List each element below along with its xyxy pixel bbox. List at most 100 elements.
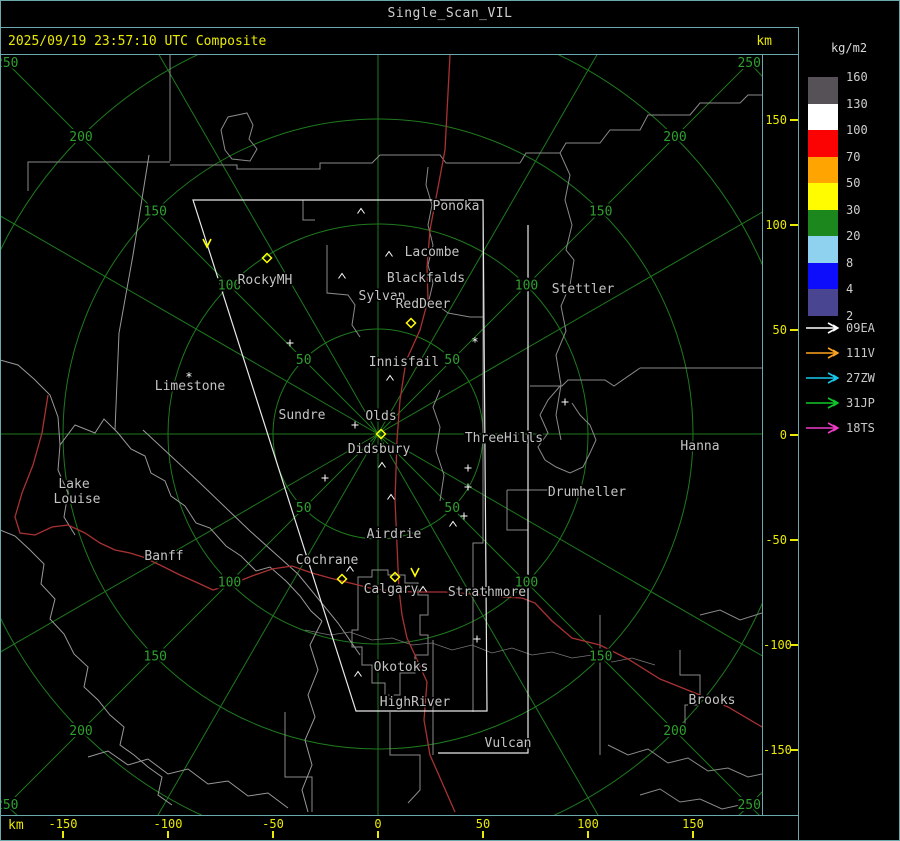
- ring-label-50: 50: [296, 353, 312, 368]
- park-boundary: [0, 359, 323, 622]
- right-axis-tick: [790, 644, 798, 646]
- bottom-axis-label: -100: [153, 817, 183, 831]
- scan-timestamp: 2025/09/19 23:57:10 UTC Composite: [8, 34, 267, 49]
- scale-swatch: [808, 289, 838, 316]
- city-label-innisfail: Innisfail: [369, 355, 439, 370]
- park-boundary: [87, 750, 289, 809]
- city-label-lake: Lake: [58, 477, 89, 492]
- county-boundary: [555, 384, 562, 441]
- scale-value: 20: [846, 229, 861, 243]
- bottom-axis-label: 0: [374, 817, 382, 831]
- asterisk-marker: *: [471, 335, 478, 349]
- caret-marker: [419, 585, 427, 592]
- ring-label-200: 200: [69, 724, 92, 739]
- city-label-louise: Louise: [54, 492, 101, 507]
- caret-marker: [386, 374, 394, 381]
- ring-label-100: 100: [218, 575, 241, 590]
- scale-value: 70: [846, 149, 861, 164]
- plus-marker: [460, 512, 468, 520]
- caret-marker: [449, 520, 457, 527]
- bottom-axis-label: 50: [475, 817, 491, 831]
- scale-value: 130: [846, 96, 868, 111]
- radial-210: [142, 433, 379, 841]
- city-label-cochrane: Cochrane: [296, 553, 359, 568]
- plus-marker: [464, 464, 472, 472]
- scale-swatch: [808, 262, 838, 289]
- right-axis-label: -100: [763, 638, 792, 652]
- county-boundary: [537, 384, 597, 474]
- ring-label-250: 250: [737, 798, 760, 813]
- scale-value: 160: [846, 70, 868, 84]
- county-boundary: [639, 788, 741, 810]
- city-label-vulcan: Vulcan: [485, 736, 532, 751]
- ring-label-150: 150: [589, 650, 612, 665]
- check-marker: [410, 567, 420, 578]
- caret-marker: [378, 461, 386, 468]
- scale-swatch: [808, 209, 838, 236]
- ring-label-50: 50: [444, 501, 460, 516]
- track-label: 31JP: [846, 396, 875, 410]
- city-label-stettler: Stettler: [552, 282, 615, 297]
- asterisk-marker: *: [185, 370, 192, 384]
- county-boundary: [284, 712, 313, 812]
- ring-label-150: 150: [144, 650, 167, 665]
- scale-swatch: [808, 130, 838, 157]
- right-axis-label: 100: [765, 218, 787, 232]
- radar-map-svg[interactable]: 50 5050 50100 100100 100150 150150 150200 20020…: [0, 0, 900, 841]
- city-label-sundre: Sundre: [279, 408, 326, 423]
- ring-label-150: 150: [144, 204, 167, 219]
- axis-unit-top: km: [756, 34, 772, 49]
- track-arrow-icon: [806, 372, 840, 384]
- bottom-axis-tick: [272, 831, 274, 838]
- caret-marker: [338, 272, 346, 279]
- radar-map-area[interactable]: 50 50 50 50 100 100 100 100 150 150 150 150 200 200 20…: [0, 0, 900, 841]
- city-label-ponoka: Ponoka: [433, 199, 480, 214]
- right-axis-tick: [790, 119, 798, 121]
- scale-swatch: [808, 77, 838, 104]
- bottom-axis: km -150 -100 -50 0 50 100 150: [0, 816, 798, 841]
- county-boundary: [220, 112, 258, 162]
- ring-label-250: 250: [0, 798, 19, 813]
- ring-label-100: 100: [515, 279, 538, 294]
- county-boundary: [389, 712, 421, 804]
- right-axis-tick: [790, 539, 798, 541]
- right-axis-label: -150: [763, 743, 792, 757]
- ring-label-50: 50: [444, 353, 460, 368]
- scale-swatch: [808, 156, 838, 183]
- city-label-strathmore: Strathmore: [448, 585, 526, 600]
- county-boundary: [302, 200, 315, 221]
- city-label-reddeer: RedDeer: [396, 297, 451, 312]
- city-label-blackfalds: Blackfalds: [387, 271, 465, 286]
- city-label-calgary: Calgary: [364, 582, 419, 597]
- right-axis-label: 0: [779, 428, 787, 442]
- bottom-axis-tick: [587, 831, 589, 838]
- bottom-axis-tick: [482, 831, 484, 838]
- scale-value: 30: [846, 202, 861, 217]
- track-arrow-icon: [806, 322, 840, 334]
- track-label: 18TS: [846, 421, 875, 435]
- ring-label-50: 50: [296, 501, 312, 516]
- ring-label-250: 250: [0, 56, 19, 71]
- caret-marker: [387, 493, 395, 500]
- legend-sidebar: kg/m2 160 130 100 70 50 30 20 8 4 2 09EA 111V 27ZW 3…: [799, 27, 900, 841]
- info-bar: 2025/09/19 23:57:10 UTC Composite km: [0, 28, 798, 54]
- city-label-rockymh: RockyMH: [238, 273, 293, 288]
- scale-value: 50: [846, 176, 861, 190]
- track-arrow-icon: [806, 347, 840, 359]
- bottom-axis-tick: [377, 831, 379, 838]
- right-axis-tick: [790, 434, 798, 436]
- scale-value: 100: [846, 123, 868, 137]
- bottom-axis-tick: [692, 831, 694, 838]
- plus-marker: [321, 474, 329, 482]
- bottom-axis-label: -50: [262, 817, 284, 831]
- track-label: 111V: [846, 346, 875, 360]
- scale-swatch: [808, 103, 838, 130]
- caret-marker: [385, 250, 393, 257]
- scale-swatch: [808, 183, 838, 210]
- radar-site-marker: [405, 317, 417, 329]
- right-axis-tick: [790, 224, 798, 226]
- park-boundary: [0, 529, 173, 806]
- scale-swatch: [808, 236, 838, 263]
- bottom-axis-tick: [62, 831, 64, 838]
- bottom-axis-label: 100: [577, 817, 599, 831]
